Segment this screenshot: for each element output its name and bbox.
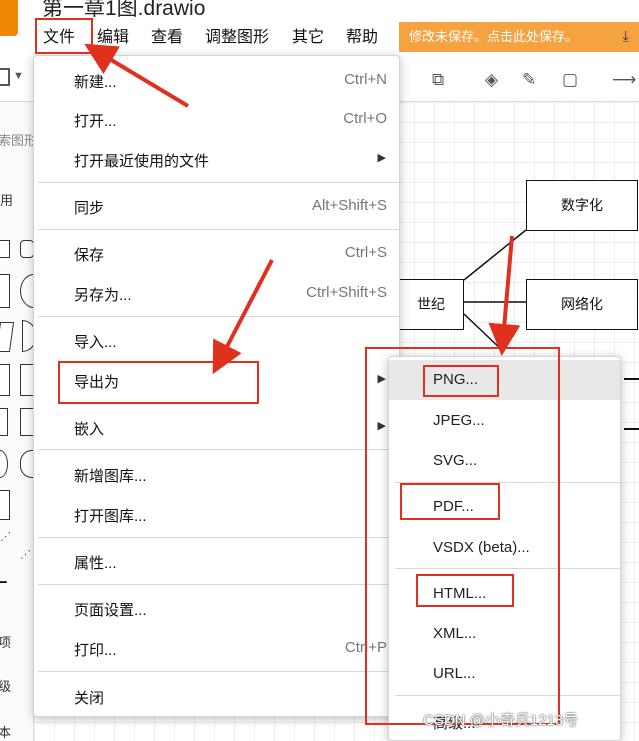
- menu-separator: [38, 449, 399, 450]
- menu-item-label: 打印...: [74, 642, 117, 659]
- rounded-rectangle-shape[interactable]: [20, 240, 33, 258]
- menu-item-open[interactable]: 打开... Ctrl+O: [34, 100, 399, 140]
- menu-item-label: 打开图库...: [74, 508, 147, 525]
- unsaved-changes-banner[interactable]: 修改未保存。点击此处保存。 ⤓: [399, 22, 639, 52]
- line-shape[interactable]: ━: [0, 576, 7, 589]
- download-icon: ⤓: [622, 28, 629, 45]
- menu-item-label: 另存为...: [74, 287, 132, 304]
- to-front-icon[interactable]: ⧉: [432, 70, 444, 90]
- dashed-line-shape[interactable]: ⋰: [0, 530, 11, 543]
- menu-item-synchronize[interactable]: 同步 Alt+Shift+S: [34, 187, 399, 227]
- node-label: 网络化: [561, 296, 603, 312]
- menu-item-save[interactable]: 保存 Ctrl+S: [34, 234, 399, 274]
- diagram-node[interactable]: 数字化: [526, 180, 638, 231]
- cylinder-shape[interactable]: [20, 364, 33, 396]
- menu-item-label: 同步: [74, 200, 105, 217]
- menu-item-page-setup[interactable]: 页面设置...: [34, 589, 399, 629]
- ellipse-shape[interactable]: [20, 274, 33, 308]
- format-panel-icon[interactable]: [0, 68, 10, 86]
- diagram-node[interactable]: 网络化: [526, 279, 638, 330]
- fill-color-icon[interactable]: ◈: [485, 70, 498, 90]
- note-shape[interactable]: [0, 408, 8, 436]
- hexagon-shape[interactable]: [0, 322, 15, 352]
- circle-shape[interactable]: [0, 450, 8, 478]
- menu-item-save-as[interactable]: 另存为... Ctrl+Shift+S: [34, 274, 399, 314]
- menu-item-label: 打开最近使用的文件: [74, 153, 210, 170]
- edge[interactable]: [463, 229, 527, 281]
- menu-help[interactable]: 帮助: [346, 26, 378, 54]
- menu-item-label: 页面设置...: [74, 602, 147, 619]
- watermark: CSDN @小奇兵1213号: [423, 712, 579, 729]
- menu-item-close[interactable]: 关闭: [34, 677, 399, 717]
- highlight-box: [35, 18, 93, 54]
- edge[interactable]: [624, 378, 639, 380]
- highlight-box: [365, 347, 560, 725]
- menu-item-import[interactable]: 导入...: [34, 321, 399, 361]
- menu-item-label: 新建...: [74, 74, 117, 91]
- shape-category-label[interactable]: 项: [0, 632, 11, 651]
- menu-item-new-library[interactable]: 新增图库...: [34, 455, 399, 495]
- node-label: 世纪: [417, 296, 445, 312]
- card-shape[interactable]: [20, 408, 33, 436]
- highlight-box: [58, 361, 259, 404]
- text-shape[interactable]: [0, 274, 10, 308]
- menu-item-label: 属性...: [74, 555, 117, 572]
- menu-item-label: 关闭: [74, 690, 105, 707]
- menu-item-shortcut: Alt+Shift+S: [311, 197, 387, 214]
- shape-search-input[interactable]: 索图形: [0, 130, 33, 149]
- menu-separator: [38, 182, 399, 183]
- shadow-icon[interactable]: ▢: [562, 70, 578, 90]
- menu-item-properties[interactable]: 属性...: [34, 542, 399, 582]
- menu-item-new[interactable]: 新建... Ctrl+N: [34, 61, 399, 101]
- menu-extras[interactable]: 其它: [292, 26, 324, 54]
- menu-separator: [38, 316, 399, 317]
- highlight-box: [416, 574, 514, 607]
- menu-view[interactable]: 查看: [151, 26, 183, 54]
- highlight-box: [423, 365, 499, 397]
- menu-separator: [38, 671, 399, 672]
- edge[interactable]: [624, 428, 639, 430]
- menu-separator: [38, 537, 399, 538]
- menu-item-print[interactable]: 打印... Ctrl+P: [34, 629, 399, 669]
- general-section-header[interactable]: 用: [0, 190, 13, 209]
- chevron-down-icon[interactable]: ▼: [13, 70, 24, 82]
- app-logo: [0, 0, 18, 36]
- highlight-box: [400, 483, 500, 520]
- menu-item-label: 保存: [74, 247, 105, 264]
- menu-item-open-recent[interactable]: 打开最近使用的文件 ▶: [34, 140, 399, 180]
- submenu-arrow-icon: ▶: [377, 152, 386, 164]
- cube-shape[interactable]: [0, 364, 10, 396]
- menu-item-shortcut: Ctrl+Shift+S: [306, 284, 387, 301]
- menu-item-label: 导入...: [74, 334, 117, 351]
- menu-item-label: 打开...: [74, 113, 117, 130]
- menu-item-shortcut: Ctrl+O: [343, 110, 387, 127]
- connector-arrow-icon[interactable]: ⟶: [612, 70, 636, 90]
- shapes-panel: 索图形 用 ⋰ ⋰ ━ 项 级 本: [0, 102, 34, 741]
- menu-item-label: 新增图库...: [74, 468, 147, 485]
- node-label: 数字化: [561, 197, 603, 213]
- document-shape[interactable]: [20, 450, 33, 478]
- menu-separator: [38, 584, 399, 585]
- menu-item-embed[interactable]: 嵌入 ▶: [34, 408, 399, 448]
- menu-separator: [38, 229, 399, 230]
- menu-item-label: 嵌入: [74, 421, 105, 438]
- menu-arrange[interactable]: 调整图形: [205, 26, 269, 54]
- rectangle-shape[interactable]: [0, 240, 10, 258]
- menu-item-shortcut: Ctrl+S: [344, 244, 387, 261]
- menu-item-open-library[interactable]: 打开图库...: [34, 495, 399, 535]
- menu-item-shortcut: Ctrl+N: [344, 71, 387, 88]
- shape-category-label[interactable]: 本: [0, 722, 11, 741]
- line-color-icon[interactable]: ✎: [522, 70, 536, 90]
- list-shape[interactable]: [0, 490, 10, 520]
- shape-category-label[interactable]: 级: [0, 676, 11, 695]
- menu-edit[interactable]: 编辑: [97, 26, 129, 54]
- dotted-line-shape[interactable]: ⋰: [20, 548, 31, 561]
- unsaved-changes-text: 修改未保存。点击此处保存。: [409, 29, 579, 44]
